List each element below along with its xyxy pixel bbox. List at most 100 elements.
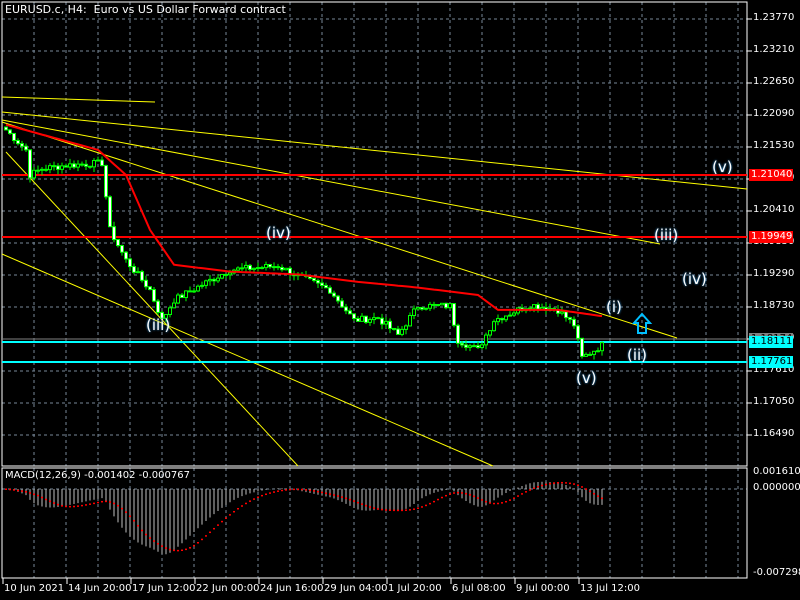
macd-signal-point: [337, 495, 339, 497]
candle-bear: [140, 271, 144, 281]
macd-signal-point: [221, 520, 223, 523]
macd-signal-point: [105, 500, 107, 503]
candle-bear: [452, 303, 456, 326]
wave-label[interactable]: (ii): [627, 346, 647, 364]
candle-bear: [500, 318, 504, 321]
candle-bear: [260, 267, 264, 270]
candle-bull: [76, 163, 80, 168]
candle-bull: [172, 302, 176, 309]
wave-label[interactable]: (iii): [146, 316, 170, 334]
macd-signal-point: [577, 484, 579, 486]
macd-signal-point: [157, 542, 159, 545]
time-tick-label: 17 Jun 12:00: [132, 583, 196, 594]
macd-signal-point: [497, 502, 499, 505]
chart-canvas[interactable]: [0, 0, 800, 600]
macd-signal-point: [269, 492, 271, 494]
macd-signal-point: [257, 496, 259, 499]
macd-signal-point: [285, 489, 287, 491]
macd-signal-point: [529, 489, 531, 491]
macd-signal-point: [177, 549, 179, 552]
candle-bull: [272, 266, 276, 269]
candle-bear: [16, 139, 20, 145]
macd-signal-point: [145, 533, 147, 536]
candle-bear: [340, 300, 344, 308]
macd-signal-point: [125, 511, 127, 513]
candle-bear: [436, 304, 440, 307]
candle-bull: [440, 302, 444, 306]
macd-signal-point: [417, 507, 419, 509]
candle-bear: [44, 168, 48, 171]
candle-bear: [156, 300, 160, 313]
candle-bear: [352, 313, 356, 320]
candle-bull: [496, 318, 500, 323]
macd-signal-point: [89, 503, 91, 505]
macd-signal-point: [373, 507, 375, 509]
candle-bull: [196, 285, 200, 292]
candle-bull: [372, 317, 376, 321]
candle-bear: [588, 353, 592, 356]
macd-signal-point: [97, 501, 99, 504]
candle-bull: [252, 267, 256, 270]
wave-label[interactable]: (iv): [266, 224, 291, 242]
macd-signal-point: [521, 493, 523, 495]
candle-bull: [504, 315, 508, 321]
macd-signal-point: [369, 506, 371, 508]
candle-bear: [64, 165, 68, 168]
candle-bull: [216, 277, 220, 282]
macd-signal-point: [589, 490, 591, 493]
candle-bear: [380, 317, 384, 325]
macd-signal-point: [277, 490, 279, 492]
trendline[interactable]: [1, 253, 494, 467]
macd-signal-point: [25, 491, 27, 493]
candle-bear: [420, 306, 424, 310]
macd-signal-point: [225, 517, 227, 519]
trendline[interactable]: [1, 96, 156, 103]
candle-bear: [344, 306, 348, 312]
macd-signal-point: [241, 505, 243, 507]
candle-bull: [400, 328, 404, 335]
macd-signal-point: [121, 507, 123, 510]
wave-label[interactable]: (v): [712, 158, 733, 176]
candle-bear: [128, 258, 132, 268]
wave-label[interactable]: (iv): [682, 270, 707, 288]
macd-signal-point: [517, 495, 519, 497]
macd-signal-point: [557, 482, 559, 484]
trendline[interactable]: [1, 111, 748, 190]
candle-bull: [360, 315, 364, 322]
macd-signal-point: [245, 502, 247, 505]
time-tick-label: 22 Jun 00:00: [196, 583, 260, 594]
macd-signal-point: [37, 494, 39, 497]
macd-signal-point: [345, 497, 347, 500]
candle-bear: [212, 278, 216, 282]
trendline[interactable]: [1, 119, 661, 245]
wave-label[interactable]: (i): [606, 298, 622, 316]
candle-bull: [484, 334, 488, 346]
candle-bull: [220, 273, 224, 279]
macd-signal-point: [585, 488, 587, 490]
wave-label[interactable]: (v): [576, 369, 597, 387]
candle-bull: [40, 168, 44, 171]
candle-bull: [244, 264, 248, 269]
macd-signal-point: [553, 482, 555, 484]
macd-signal-point: [273, 491, 275, 493]
macd-signal-point: [217, 524, 219, 526]
macd-signal-point: [441, 496, 443, 499]
macd-signal-point: [309, 489, 311, 492]
trendline[interactable]: [5, 151, 299, 467]
candle-bull: [584, 353, 588, 357]
candle-bear: [108, 196, 112, 228]
candle-bull: [488, 330, 492, 336]
price-line-label: 1.19949: [749, 231, 793, 243]
macd-signal-point: [21, 490, 23, 492]
macd-signal-point: [153, 540, 155, 542]
candle-bear: [536, 304, 540, 310]
candle-bear: [336, 295, 340, 302]
macd-signal-point: [161, 545, 163, 547]
wave-label[interactable]: (iii): [654, 226, 678, 244]
macd-signal-point: [129, 515, 131, 518]
price-tick-label: 1.21530: [753, 140, 795, 151]
candle-bull: [136, 271, 140, 274]
candle-bear: [180, 294, 184, 299]
macd-signal-point: [333, 494, 335, 496]
macd-signal-point: [397, 509, 399, 512]
